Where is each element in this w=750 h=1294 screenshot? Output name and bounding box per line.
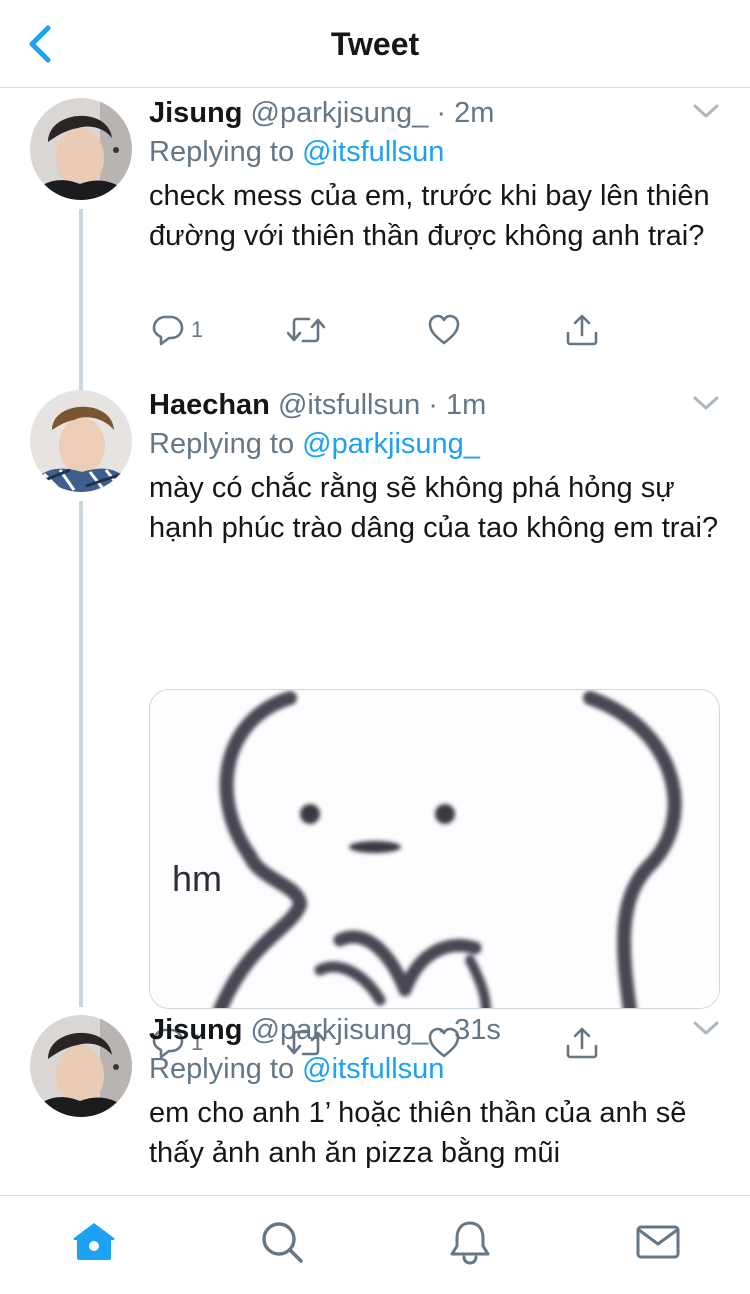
chevron-down-icon[interactable] — [692, 101, 720, 121]
mention-link[interactable]: @parkjisung_ — [302, 428, 480, 460]
mention-link[interactable]: @itsfullsun — [302, 1053, 444, 1085]
mention-link[interactable]: @itsfullsun — [302, 136, 444, 168]
heart-icon — [428, 314, 460, 345]
share-button[interactable] — [565, 310, 599, 350]
tweet-header: Jisung @parkjisung_ · 2m — [149, 96, 719, 130]
replying-to: Replying to @itsfullsun — [149, 1052, 719, 1086]
reply-button[interactable]: 1 — [151, 310, 203, 350]
share-icon — [566, 314, 598, 346]
separator: · — [428, 389, 438, 421]
page-title: Tweet — [330, 26, 420, 62]
replying-to: Replying to @itsfullsun — [149, 135, 719, 169]
reply-bubble-icon — [152, 315, 184, 346]
separator: · — [436, 97, 447, 129]
tweet-actions: 1 — [149, 310, 609, 350]
search-icon — [262, 1222, 303, 1263]
display-name[interactable]: Jisung — [149, 97, 242, 129]
avatar[interactable] — [30, 1015, 132, 1117]
replying-prefix: Replying to — [149, 136, 295, 168]
media-caption-text: hm — [172, 858, 223, 899]
nav-header: Tweet — [0, 0, 750, 88]
replying-prefix: Replying to — [149, 1053, 295, 1085]
chevron-down-icon[interactable] — [692, 1018, 720, 1038]
home-icon — [73, 1223, 115, 1260]
tab-bar — [0, 1195, 750, 1294]
retweet-button[interactable] — [287, 310, 325, 350]
tab-search[interactable] — [258, 1218, 306, 1266]
display-name[interactable]: Haechan — [149, 389, 270, 421]
tweet-header: Jisung @parkjisung_ · 31s — [149, 1013, 719, 1047]
avatar[interactable] — [30, 390, 132, 492]
avatar[interactable] — [30, 98, 132, 200]
tweet-text: check mess của em, trước khi bay lên thi… — [149, 180, 710, 252]
separator: · — [436, 1014, 447, 1046]
tweet-text: mày có chắc rằng sẽ không phá hỏng sự hạ… — [149, 472, 719, 544]
like-button[interactable] — [427, 310, 461, 350]
timestamp[interactable]: 2m — [454, 97, 494, 129]
chevron-down-icon[interactable] — [692, 393, 720, 413]
user-handle[interactable]: @parkjisung_ — [251, 97, 429, 129]
tweet-media-image[interactable]: hm — [149, 689, 720, 1009]
reply-count: 1 — [191, 317, 204, 342]
tweet-thread[interactable]: Jisung @parkjisung_ · 2m Replying to @it… — [0, 89, 750, 1195]
retweet-icon — [287, 317, 325, 343]
envelope-icon — [636, 1225, 680, 1259]
timestamp[interactable]: 31s — [454, 1014, 501, 1046]
tab-home[interactable] — [70, 1218, 118, 1266]
user-handle[interactable]: @itsfullsun — [278, 389, 420, 421]
display-name[interactable]: Jisung — [149, 1014, 242, 1046]
tab-notifications[interactable] — [446, 1218, 494, 1266]
timestamp[interactable]: 1m — [446, 389, 486, 421]
tweet-header: Haechan @itsfullsun · 1m — [149, 388, 719, 422]
tab-messages[interactable] — [634, 1218, 682, 1266]
replying-prefix: Replying to — [149, 428, 295, 460]
tweet-text: em cho anh 1’ hoặc thiên thần của anh sẽ… — [149, 1097, 687, 1169]
replying-to: Replying to @parkjisung_ — [149, 427, 719, 461]
bell-icon — [450, 1221, 490, 1265]
thread-connector — [79, 501, 83, 1007]
user-handle[interactable]: @parkjisung_ — [251, 1014, 429, 1046]
